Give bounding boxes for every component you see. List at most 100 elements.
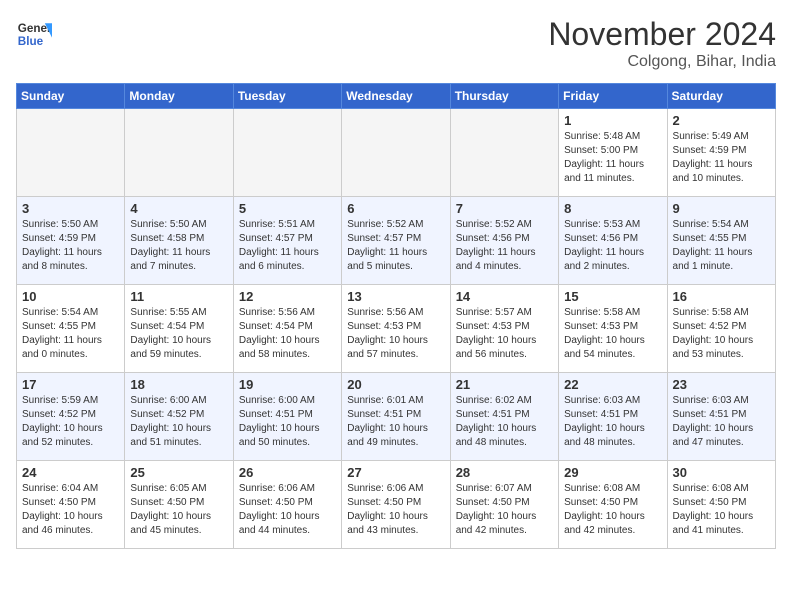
day-number: 16 [673,289,770,304]
calendar-cell: 16Sunrise: 5:58 AM Sunset: 4:52 PM Dayli… [667,285,775,373]
calendar-cell [450,109,558,197]
day-info: Sunrise: 5:56 AM Sunset: 4:54 PM Dayligh… [239,306,336,362]
day-info: Sunrise: 6:07 AM Sunset: 4:50 PM Dayligh… [456,482,553,538]
calendar-cell: 10Sunrise: 5:54 AM Sunset: 4:55 PM Dayli… [17,285,125,373]
calendar-week-row: 24 Sunrise: 6:04 AM Sunset: 4:50 PM Dayli… [17,461,776,549]
day-number: 8 [564,201,661,216]
day-info: Sunrise: 6:06 AM Sunset: 4:50 PM Dayligh… [239,482,336,538]
calendar-cell: 6 Sunrise: 5:52 AM Sunset: 4:57 PM Daylig… [342,197,450,285]
header-sunday: Sunday [17,84,125,109]
header-friday: Friday [559,84,667,109]
month-title: November 2024 [548,16,776,53]
calendar-week-row: 3 Sunrise: 5:50 AM Sunset: 4:59 PM Daylig… [17,197,776,285]
day-info: Sunrise: 6:04 AM Sunset: 4:50 PM Dayligh… [22,482,119,538]
day-number: 29 [564,465,661,480]
day-info: Sunrise: 6:03 AM Sunset: 4:51 PM Dayligh… [673,394,770,450]
calendar-cell: 29Sunrise: 6:08 AM Sunset: 4:50 PM Dayli… [559,461,667,549]
calendar-cell: 12 Sunrise: 5:56 AM Sunset: 4:54 PM Dayli… [233,285,341,373]
calendar-cell: 15 Sunrise: 5:58 AM Sunset: 4:53 PM Dayli… [559,285,667,373]
calendar-cell: 4Sunrise: 5:50 AM Sunset: 4:58 PM Daylig… [125,197,233,285]
day-info: Sunrise: 5:50 AM Sunset: 4:59 PM Dayligh… [22,218,119,274]
day-number: 13 [347,289,444,304]
title-block: November 2024 Colgong, Bihar, India [548,16,776,71]
day-info: Sunrise: 5:51 AM Sunset: 4:57 PM Dayligh… [239,218,336,274]
calendar-cell: 2 Sunrise: 5:49 AM Sunset: 4:59 PM Daylig… [667,109,775,197]
calendar-cell [17,109,125,197]
header-wednesday: Wednesday [342,84,450,109]
calendar-cell: 24 Sunrise: 6:04 AM Sunset: 4:50 PM Dayli… [17,461,125,549]
day-info: Sunrise: 6:00 AM Sunset: 4:52 PM Dayligh… [130,394,227,450]
day-info: Sunrise: 5:57 AM Sunset: 4:53 PM Dayligh… [456,306,553,362]
day-number: 18 [130,377,227,392]
day-number: 17 [22,377,119,392]
calendar-cell [125,109,233,197]
svg-text:Blue: Blue [18,35,44,48]
day-info: Sunrise: 5:58 AM Sunset: 4:53 PM Dayligh… [564,306,661,362]
day-number: 3 [22,201,119,216]
logo-icon: General Blue [16,16,52,52]
day-number: 10 [22,289,119,304]
calendar-week-row: 17 Sunrise: 5:59 AM Sunset: 4:52 PM Dayli… [17,373,776,461]
calendar-cell: 26 Sunrise: 6:06 AM Sunset: 4:50 PM Dayli… [233,461,341,549]
day-number: 28 [456,465,553,480]
day-number: 23 [673,377,770,392]
calendar-cell: 1Sunrise: 5:48 AM Sunset: 5:00 PM Daylig… [559,109,667,197]
day-info: Sunrise: 5:55 AM Sunset: 4:54 PM Dayligh… [130,306,227,362]
calendar-cell: 23 Sunrise: 6:03 AM Sunset: 4:51 PM Dayli… [667,373,775,461]
calendar-cell: 28 Sunrise: 6:07 AM Sunset: 4:50 PM Dayli… [450,461,558,549]
day-number: 12 [239,289,336,304]
logo: General Blue [16,16,52,52]
calendar-cell: 17 Sunrise: 5:59 AM Sunset: 4:52 PM Dayli… [17,373,125,461]
header-monday: Monday [125,84,233,109]
day-info: Sunrise: 5:52 AM Sunset: 4:56 PM Dayligh… [456,218,553,274]
day-info: Sunrise: 6:01 AM Sunset: 4:51 PM Dayligh… [347,394,444,450]
calendar-cell: 5 Sunrise: 5:51 AM Sunset: 4:57 PM Daylig… [233,197,341,285]
calendar-cell: 13 Sunrise: 5:56 AM Sunset: 4:53 PM Dayli… [342,285,450,373]
day-info: Sunrise: 6:03 AM Sunset: 4:51 PM Dayligh… [564,394,661,450]
header-thursday: Thursday [450,84,558,109]
day-number: 21 [456,377,553,392]
day-number: 30 [673,465,770,480]
day-number: 20 [347,377,444,392]
day-number: 9 [673,201,770,216]
calendar-week-row: 10Sunrise: 5:54 AM Sunset: 4:55 PM Dayli… [17,285,776,373]
calendar-cell: 9Sunrise: 5:54 AM Sunset: 4:55 PM Daylig… [667,197,775,285]
header-tuesday: Tuesday [233,84,341,109]
day-info: Sunrise: 5:56 AM Sunset: 4:53 PM Dayligh… [347,306,444,362]
day-number: 11 [130,289,227,304]
calendar-cell: 19 Sunrise: 6:00 AM Sunset: 4:51 PM Dayli… [233,373,341,461]
calendar-cell: 18 Sunrise: 6:00 AM Sunset: 4:52 PM Dayli… [125,373,233,461]
day-number: 22 [564,377,661,392]
day-number: 7 [456,201,553,216]
day-number: 25 [130,465,227,480]
day-info: Sunrise: 6:05 AM Sunset: 4:50 PM Dayligh… [130,482,227,538]
day-number: 15 [564,289,661,304]
day-info: Sunrise: 5:52 AM Sunset: 4:57 PM Dayligh… [347,218,444,274]
calendar-cell: 30Sunrise: 6:08 AM Sunset: 4:50 PM Dayli… [667,461,775,549]
day-number: 27 [347,465,444,480]
day-info: Sunrise: 6:00 AM Sunset: 4:51 PM Dayligh… [239,394,336,450]
day-number: 26 [239,465,336,480]
location: Colgong, Bihar, India [548,53,776,71]
calendar-cell: 22 Sunrise: 6:03 AM Sunset: 4:51 PM Dayli… [559,373,667,461]
day-number: 2 [673,113,770,128]
calendar-cell: 11 Sunrise: 5:55 AM Sunset: 4:54 PM Dayli… [125,285,233,373]
day-number: 24 [22,465,119,480]
day-info: Sunrise: 5:50 AM Sunset: 4:58 PM Dayligh… [130,218,227,274]
day-number: 1 [564,113,661,128]
calendar-cell [342,109,450,197]
calendar-cell [233,109,341,197]
day-info: Sunrise: 6:06 AM Sunset: 4:50 PM Dayligh… [347,482,444,538]
header-saturday: Saturday [667,84,775,109]
day-number: 6 [347,201,444,216]
day-info: Sunrise: 5:49 AM Sunset: 4:59 PM Dayligh… [673,130,770,186]
calendar-cell: 27 Sunrise: 6:06 AM Sunset: 4:50 PM Dayli… [342,461,450,549]
calendar-cell: 7 Sunrise: 5:52 AM Sunset: 4:56 PM Daylig… [450,197,558,285]
day-number: 5 [239,201,336,216]
calendar-table: SundayMondayTuesdayWednesdayThursdayFrid… [16,83,776,549]
page-header: General Blue November 2024 Colgong, Biha… [16,16,776,71]
day-number: 14 [456,289,553,304]
calendar-cell: 8Sunrise: 5:53 AM Sunset: 4:56 PM Daylig… [559,197,667,285]
day-number: 19 [239,377,336,392]
day-info: Sunrise: 5:59 AM Sunset: 4:52 PM Dayligh… [22,394,119,450]
